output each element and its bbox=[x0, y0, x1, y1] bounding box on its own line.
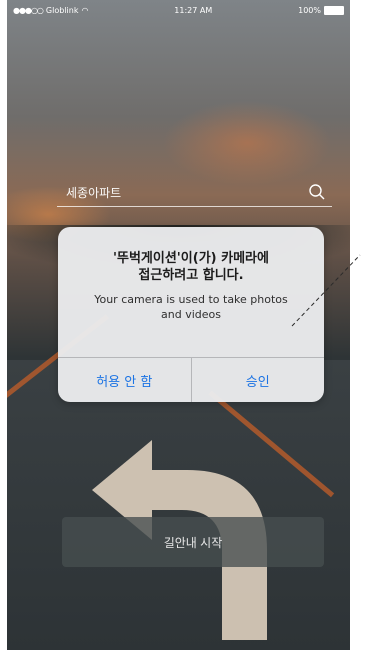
carrier-name: Globlink bbox=[45, 5, 79, 15]
allow-button[interactable]: 승인 bbox=[192, 358, 325, 402]
alert-title: '뚜벅게이션'이(가) 카메라에 접근하려고 합니다. bbox=[58, 250, 324, 284]
alert-message-line2: and videos bbox=[161, 308, 221, 321]
deny-button[interactable]: 허용 안 함 bbox=[58, 358, 191, 402]
status-right: 100% bbox=[298, 5, 344, 15]
annotation-dashed-line bbox=[291, 254, 361, 327]
alert-title-line2: 접근하려고 합니다. bbox=[138, 268, 244, 283]
signal-strength-icon: ●●●○○ bbox=[13, 5, 44, 15]
alert-title-line1: '뚜벅게이션'이(가) 카메라에 bbox=[113, 251, 269, 266]
alert-button-row: 허용 안 함 승인 bbox=[58, 357, 324, 402]
start-navigation-button[interactable]: 길안내 시작 bbox=[62, 517, 324, 567]
search-icon[interactable] bbox=[308, 183, 326, 201]
battery-icon bbox=[323, 5, 344, 15]
alert-message: Your camera is used to take photos and v… bbox=[58, 292, 324, 322]
status-left: ●●●○○ Globlink ◠ bbox=[13, 6, 88, 15]
wifi-icon: ◠ bbox=[81, 5, 89, 15]
battery-percent: 100% bbox=[298, 5, 321, 15]
camera-permission-alert: '뚜벅게이션'이(가) 카메라에 접근하려고 합니다. Your camera … bbox=[58, 227, 324, 402]
alert-message-line1: Your camera is used to take photos bbox=[94, 293, 288, 306]
status-time: 11:27 AM bbox=[174, 5, 213, 15]
destination-search-field[interactable]: 세종아파트 bbox=[57, 178, 332, 207]
search-input[interactable]: 세종아파트 bbox=[57, 184, 308, 201]
status-bar: ●●●○○ Globlink ◠ 11:27 AM 100% bbox=[7, 0, 350, 20]
